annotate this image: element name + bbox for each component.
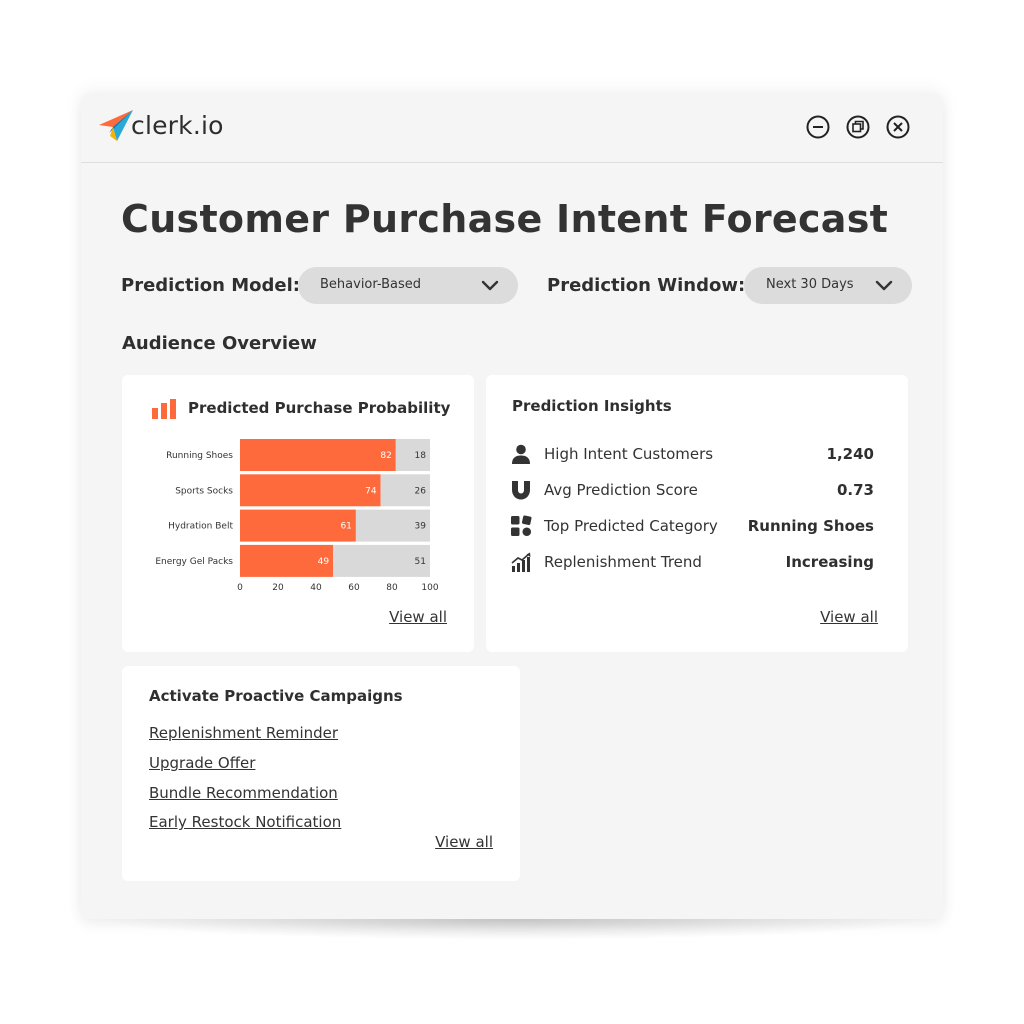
insights-view-all-link[interactable]: View all xyxy=(820,608,878,626)
prediction-window-dropdown[interactable]: Next 30 Days xyxy=(744,267,912,304)
campaign-link-replenishment-reminder[interactable]: Replenishment Reminder xyxy=(149,724,338,742)
close-icon xyxy=(886,115,910,139)
bar-value-label: 18 xyxy=(415,451,427,461)
insight-row-top-category: Top Predicted Category Running Shoes xyxy=(510,515,880,539)
page-title: Customer Purchase Intent Forecast xyxy=(121,197,889,241)
magnet-icon xyxy=(512,481,530,500)
campaigns-view-all-link[interactable]: View all xyxy=(435,833,493,851)
minimize-button[interactable] xyxy=(805,114,831,140)
insight-value: 1,240 xyxy=(826,445,874,463)
bar-category-label: Sports Socks xyxy=(175,486,233,496)
x-tick-label: 80 xyxy=(386,583,398,593)
insight-row-replenishment-trend: Replenishment Trend Increasing xyxy=(510,551,880,575)
chevron-down-icon xyxy=(875,280,893,291)
campaigns-card: Activate Proactive Campaigns Replenishme… xyxy=(122,666,520,881)
insight-value: Increasing xyxy=(785,553,874,571)
prediction-window-value: Next 30 Days xyxy=(766,277,854,292)
minimize-icon xyxy=(806,115,830,139)
bar-value-label: 82 xyxy=(380,451,391,461)
insight-label: Top Predicted Category xyxy=(544,517,718,535)
campaign-link-bundle-recommendation[interactable]: Bundle Recommendation xyxy=(149,784,338,802)
bar-value-label: 74 xyxy=(365,486,377,496)
probability-card: Predicted Purchase Probability Running S… xyxy=(122,375,474,652)
x-tick-label: 0 xyxy=(237,583,243,593)
x-tick-label: 60 xyxy=(348,583,360,593)
insights-card-title: Prediction Insights xyxy=(512,397,672,415)
person-icon xyxy=(512,444,530,464)
category-grid-icon xyxy=(511,515,532,537)
bar-value-label: 49 xyxy=(318,557,330,567)
bar-value-label: 51 xyxy=(415,557,426,567)
close-button[interactable] xyxy=(885,114,911,140)
campaigns-card-title: Activate Proactive Campaigns xyxy=(149,687,403,705)
prediction-model-value: Behavior-Based xyxy=(320,277,422,292)
bar-category-label: Energy Gel Packs xyxy=(155,557,233,567)
app-window: clerk.io Customer Purchase Intent Foreca… xyxy=(81,95,943,919)
bar-value-label: 39 xyxy=(415,522,427,532)
campaign-link-early-restock-notification[interactable]: Early Restock Notification xyxy=(149,813,341,831)
restore-button[interactable] xyxy=(845,114,871,140)
prediction-model-dropdown[interactable]: Behavior-Based xyxy=(298,267,518,304)
insight-row-high-intent: High Intent Customers 1,240 xyxy=(510,443,880,467)
prediction-window-label: Prediction Window: xyxy=(547,275,746,296)
x-tick-label: 40 xyxy=(310,583,322,593)
insight-label: Replenishment Trend xyxy=(544,553,702,571)
insight-label: Avg Prediction Score xyxy=(544,481,698,499)
bar-category-label: Running Shoes xyxy=(166,451,233,461)
bar-probability xyxy=(240,439,396,471)
bar-probability xyxy=(240,509,356,542)
trend-chart-icon xyxy=(511,552,531,572)
brand-name: clerk.io xyxy=(131,111,224,140)
insight-row-avg-score: Avg Prediction Score 0.73 xyxy=(510,479,880,503)
bar-category-label: Hydration Belt xyxy=(168,522,233,532)
bar-probability xyxy=(240,474,381,507)
insight-value: Running Shoes xyxy=(747,517,874,535)
probability-chart: Running Shoes 82 18 Sports Socks 74 26 Hydrati… xyxy=(155,439,439,593)
insight-value: 0.73 xyxy=(836,481,874,499)
prediction-model-label: Prediction Model: xyxy=(121,275,300,296)
bar-value-label: 26 xyxy=(415,486,427,496)
bar-value-label: 61 xyxy=(340,522,351,532)
section-title-audience-overview: Audience Overview xyxy=(122,333,317,354)
restore-icon xyxy=(846,115,870,139)
campaign-link-upgrade-offer[interactable]: Upgrade Offer xyxy=(149,754,255,772)
insights-card: Prediction Insights High Intent Customer… xyxy=(486,375,908,652)
x-tick-label: 100 xyxy=(421,583,438,593)
insight-label: High Intent Customers xyxy=(544,445,714,463)
title-bar: clerk.io xyxy=(81,95,943,163)
chevron-down-icon xyxy=(481,280,499,291)
x-tick-label: 20 xyxy=(272,583,284,593)
probability-view-all-link[interactable]: View all xyxy=(389,608,447,626)
